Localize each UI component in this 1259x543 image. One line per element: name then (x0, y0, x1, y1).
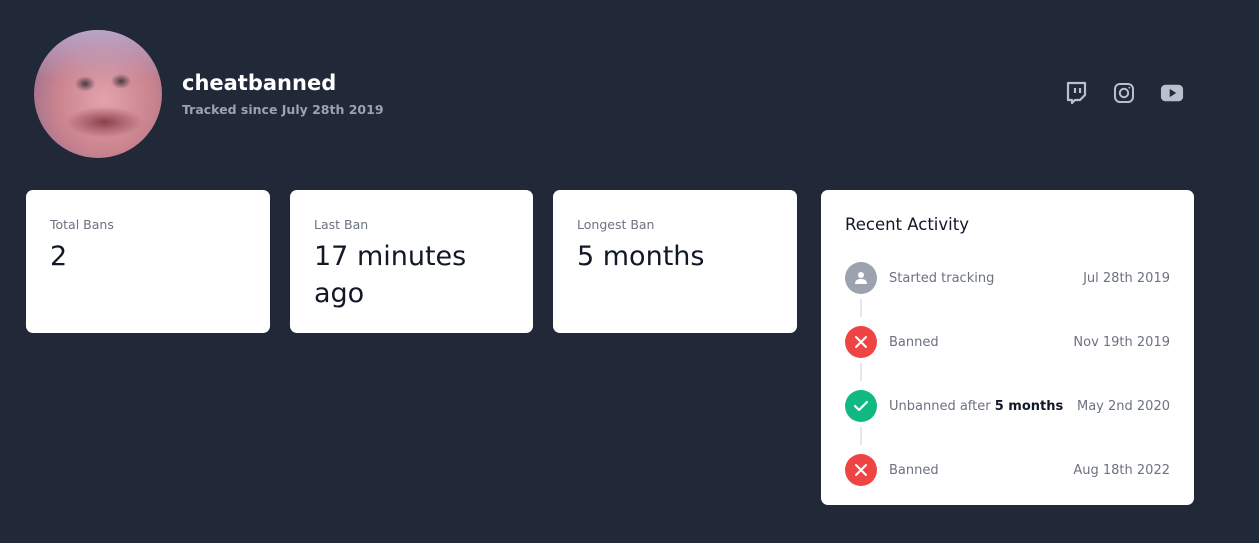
total-bans-label: Total Bans (50, 217, 114, 232)
activity-title: Recent Activity (845, 215, 969, 234)
recent-activity-panel: Recent Activity Started tracking Jul 28t… (821, 190, 1194, 505)
activity-text: Banned (889, 334, 939, 350)
activity-text-bold: 5 months (994, 398, 1064, 414)
user-icon (845, 262, 877, 294)
social-links (1064, 80, 1184, 106)
instagram-icon[interactable] (1112, 80, 1136, 106)
last-ban-label: Last Ban (314, 217, 369, 232)
longest-ban-card: Longest Ban 5 months (553, 190, 797, 333)
timeline-connector (860, 299, 862, 317)
longest-ban-value: 5 months (577, 241, 705, 272)
avatar (34, 30, 162, 158)
profile-page: cheatbanned Tracked since July 28th 2019 (0, 0, 1259, 543)
total-bans-value: 2 (50, 241, 68, 272)
longest-ban-label: Longest Ban (577, 217, 655, 232)
activity-item: Banned Aug 18th 2022 (845, 454, 1170, 486)
timeline-connector (860, 363, 862, 381)
activity-date: May 2nd 2020 (1077, 398, 1170, 414)
activity-text: Banned (889, 462, 939, 478)
activity-date: Jul 28th 2019 (1083, 270, 1170, 286)
activity-item: Started tracking Jul 28th 2019 (845, 262, 1170, 294)
twitch-icon[interactable] (1064, 80, 1088, 106)
username: cheatbanned (182, 71, 337, 95)
activity-text: Unbanned after 5 months (889, 399, 1077, 414)
check-icon (845, 390, 877, 422)
activity-text: Started tracking (889, 270, 995, 286)
tracked-since: Tracked since July 28th 2019 (182, 102, 384, 117)
activity-date: Nov 19th 2019 (1073, 334, 1170, 350)
youtube-icon[interactable] (1160, 80, 1184, 106)
timeline-connector (860, 427, 862, 445)
total-bans-card: Total Bans 2 (26, 190, 270, 333)
activity-date: Aug 18th 2022 (1073, 462, 1170, 478)
x-icon (845, 454, 877, 486)
x-icon (845, 326, 877, 358)
last-ban-value: 17 minutes ago (314, 241, 467, 309)
activity-item: Unbanned after 5 months May 2nd 2020 (845, 390, 1170, 422)
activity-text-main: Unbanned after (889, 398, 991, 414)
last-ban-card: Last Ban 17 minutes ago (290, 190, 533, 333)
activity-item: Banned Nov 19th 2019 (845, 326, 1170, 358)
